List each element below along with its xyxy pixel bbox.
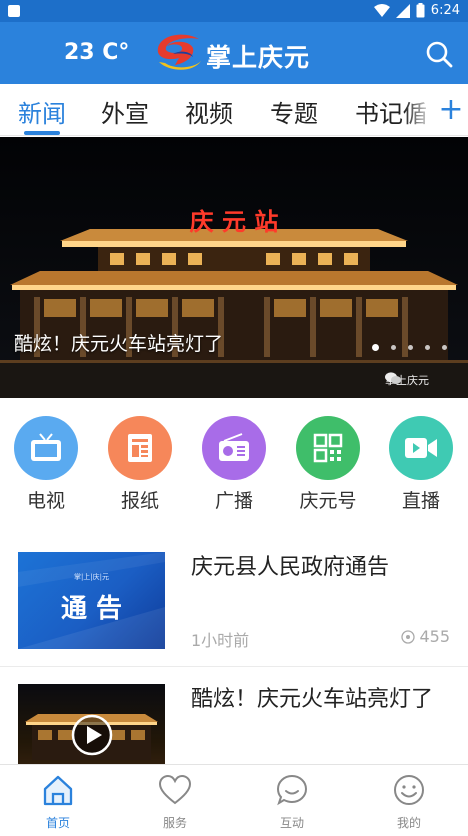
app-screen: 6:24 23 C° 掌上庆元 新闻 外宣 视频 专题 书记偱 + 庆 元 站 … — [0, 0, 468, 836]
news-title[interactable]: 庆元县人民政府通告 — [191, 552, 453, 584]
news-views: 455 — [401, 627, 450, 646]
nav-interact[interactable]: 互动 — [252, 773, 332, 831]
nav-label: 首页 — [45, 816, 70, 830]
category-tv[interactable]: 电视 — [6, 416, 86, 513]
status-icons: 6:24 — [373, 3, 460, 18]
category-qingyuan-hao[interactable]: 庆元号 — [288, 416, 368, 513]
category-shortcuts: 电视 报纸 广播 庆元号 直播 — [0, 416, 468, 520]
category-label: 直播 — [401, 490, 440, 512]
banner-image: 庆 元 站 — [0, 137, 468, 398]
list-divider — [0, 666, 468, 667]
live-video-icon — [389, 416, 453, 480]
qrcode-icon — [296, 416, 360, 480]
home-icon — [43, 775, 73, 806]
heart-icon — [158, 774, 192, 805]
tab-news[interactable]: 新闻 — [18, 94, 66, 129]
battery-icon — [416, 3, 425, 18]
bottom-navigation: 首页 服务 互动 我的 — [0, 764, 468, 836]
category-label: 广播 — [214, 490, 253, 512]
channel-tabs: 新闻 外宣 视频 专题 书记偱 + — [0, 84, 468, 136]
news-time: 1小时前 — [191, 631, 250, 650]
search-icon[interactable] — [424, 39, 454, 69]
station-sign: 庆 元 站 — [190, 207, 279, 236]
smile-icon — [394, 775, 424, 805]
app-header: 23 C° 掌上庆元 — [0, 22, 468, 84]
status-time: 6:24 — [430, 3, 460, 18]
active-tab-indicator — [24, 131, 60, 135]
wifi-icon — [373, 3, 390, 17]
banner-carousel[interactable]: 庆 元 站 酷炫！庆元火车站亮灯了 掌上庆元 — [0, 137, 468, 398]
carousel-dot[interactable] — [391, 345, 396, 350]
nav-service[interactable]: 服务 — [135, 773, 215, 831]
signal-icon — [395, 3, 410, 18]
nav-home[interactable]: 首页 — [18, 773, 98, 831]
tv-icon — [14, 416, 78, 480]
weather-temperature[interactable]: 23 C° — [64, 40, 129, 65]
status-bar: 6:24 — [0, 0, 468, 22]
thumb-brand: 掌|上|庆|元 — [73, 573, 110, 581]
tab-video[interactable]: 视频 — [185, 94, 233, 129]
newspaper-icon — [108, 416, 172, 480]
carousel-dot[interactable] — [442, 345, 447, 350]
wechat-icon — [385, 372, 401, 384]
carousel-dots — [372, 344, 447, 351]
app-logo — [157, 34, 201, 70]
carousel-dot[interactable] — [425, 345, 430, 350]
news-item[interactable]: 酷炫！庆元火车站亮灯了 — [0, 684, 468, 781]
views-count: 455 — [419, 627, 450, 646]
nav-label: 服务 — [162, 816, 187, 830]
tab-fade — [404, 84, 434, 134]
category-label: 报纸 — [120, 490, 159, 512]
category-radio[interactable]: 广播 — [194, 416, 274, 513]
nav-label: 我的 — [396, 816, 421, 830]
carousel-dot[interactable] — [372, 344, 379, 351]
thumb-title: 通 告 — [60, 594, 123, 624]
banner-caption[interactable]: 酷炫！庆元火车站亮灯了 — [14, 329, 223, 356]
wechat-watermark: 掌上庆元 — [385, 372, 429, 388]
carousel-dot[interactable] — [408, 345, 413, 350]
chat-icon — [276, 774, 308, 806]
views-icon — [401, 629, 416, 644]
nav-label: 互动 — [279, 816, 304, 830]
category-label: 庆元号 — [299, 490, 357, 512]
tab-publicity[interactable]: 外宣 — [101, 94, 149, 129]
category-newspaper[interactable]: 报纸 — [100, 416, 180, 513]
category-live[interactable]: 直播 — [381, 416, 461, 513]
news-thumbnail: 掌|上|庆|元 通 告 — [18, 552, 165, 649]
category-label: 电视 — [26, 490, 65, 512]
tab-special[interactable]: 专题 — [270, 94, 318, 129]
nav-mine[interactable]: 我的 — [369, 773, 449, 831]
add-channel-button[interactable]: + — [434, 90, 468, 130]
app-title: 掌上庆元 — [206, 43, 311, 72]
news-item[interactable]: 掌|上|庆|元 通 告 庆元县人民政府通告 1小时前 455 — [0, 552, 468, 664]
news-title[interactable]: 酷炫！庆元火车站亮灯了 — [191, 684, 453, 716]
radio-icon — [202, 416, 266, 480]
play-icon[interactable] — [71, 714, 113, 756]
notification-icon — [8, 5, 20, 17]
